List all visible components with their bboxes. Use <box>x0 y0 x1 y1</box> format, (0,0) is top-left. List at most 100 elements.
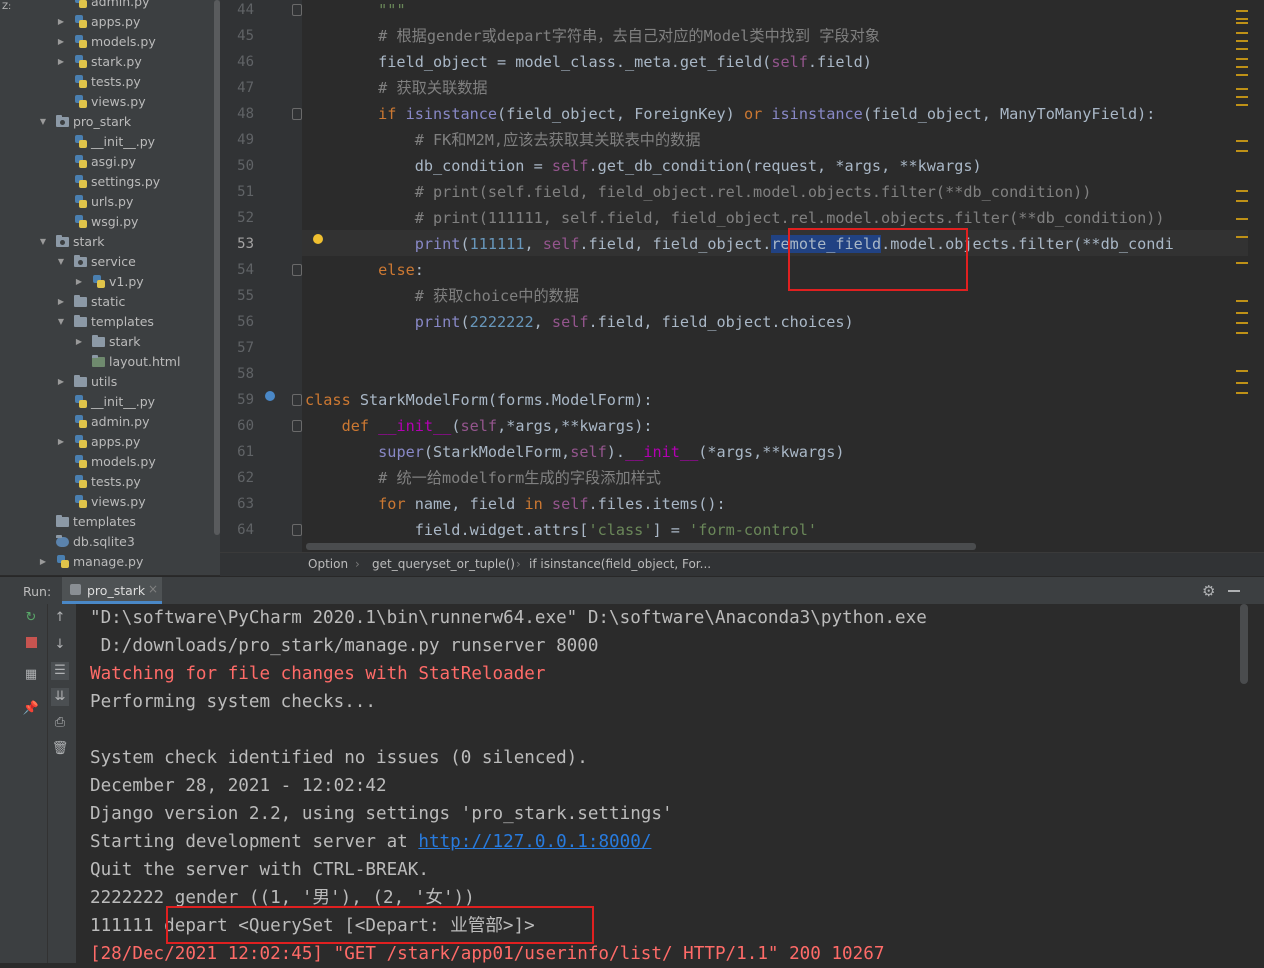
stripe-mark[interactable] <box>1236 236 1248 238</box>
stripe-mark[interactable] <box>1236 150 1248 152</box>
server-url-link[interactable]: http://127.0.0.1:8000/ <box>418 832 651 852</box>
code-line[interactable]: # 获取choice中的数据 <box>305 283 579 309</box>
tree-item[interactable]: templates <box>18 512 214 532</box>
chevron-right-icon[interactable]: ▶ <box>38 552 48 572</box>
code-line[interactable]: field_object = model_class._meta.get_fie… <box>305 49 872 75</box>
stripe-mark[interactable] <box>1236 104 1248 106</box>
arrow-down-icon[interactable]: ↓ <box>51 636 69 654</box>
tree-item[interactable]: ▶ static <box>18 292 214 312</box>
tree-item[interactable]: ▼ pro_stark <box>18 112 214 132</box>
chevron-down-icon[interactable]: ▼ <box>38 112 48 132</box>
code-line[interactable]: field.widget.attrs['class'] = 'form-cont… <box>305 517 817 543</box>
arrow-up-icon[interactable]: ↑ <box>51 609 69 627</box>
fold-marker-icon[interactable] <box>292 394 302 406</box>
stripe-mark[interactable] <box>1236 262 1248 264</box>
editor-horizontal-scrollbar[interactable] <box>306 543 976 550</box>
tree-item[interactable]: ▶ v1.py <box>18 272 214 292</box>
tree-item[interactable]: ▼ templates <box>18 312 214 332</box>
tree-item[interactable]: asgi.py <box>18 152 214 172</box>
breadcrumb-item-if[interactable]: if isinstance(field_object, For... <box>529 557 711 571</box>
tree-item[interactable]: ▶ apps.py <box>18 12 214 32</box>
tree-item[interactable]: models.py <box>18 452 214 472</box>
fold-marker-icon[interactable] <box>292 264 302 276</box>
stripe-mark[interactable] <box>1236 332 1248 334</box>
tree-item[interactable]: wsgi.py <box>18 212 214 232</box>
stripe-mark[interactable] <box>1236 66 1248 68</box>
stripe-mark[interactable] <box>1236 392 1248 394</box>
stripe-mark[interactable] <box>1236 74 1248 76</box>
tree-item[interactable]: ▶ models.py <box>18 32 214 52</box>
stripe-mark[interactable] <box>1236 140 1248 142</box>
code-line[interactable]: print(111111, self.field, field_object.r… <box>305 231 1174 257</box>
layout-icon[interactable]: ▦ <box>22 666 40 684</box>
tree-item[interactable]: tests.py <box>18 472 214 492</box>
console-scrollbar[interactable] <box>1240 604 1264 963</box>
chevron-down-icon[interactable]: ▼ <box>56 312 66 332</box>
code-line[interactable]: # print(111111, self.field, field_object… <box>305 205 1165 231</box>
code-line[interactable]: # 根据gender或depart字符串，去自己对应的Model类中找到 字段对… <box>305 23 880 49</box>
chevron-right-icon[interactable]: ▶ <box>56 372 66 392</box>
minimize-icon[interactable] <box>1228 590 1240 592</box>
tree-item[interactable]: __init__.py <box>18 132 214 152</box>
chevron-right-icon[interactable]: ▶ <box>56 432 66 452</box>
fold-marker-icon[interactable] <box>292 4 302 16</box>
lightbulb-icon[interactable] <box>313 234 323 244</box>
code-line[interactable]: """ <box>305 0 405 23</box>
breadcrumb-item-option[interactable]: Option <box>308 557 348 571</box>
stripe-mark[interactable] <box>1236 58 1248 60</box>
stripe-mark[interactable] <box>1236 300 1248 302</box>
tree-item[interactable]: urls.py <box>18 192 214 212</box>
tree-item[interactable]: layout.html <box>18 352 214 372</box>
stripe-mark[interactable] <box>1236 218 1248 220</box>
tree-item[interactable]: views.py <box>18 92 214 112</box>
chevron-right-icon[interactable]: ▶ <box>56 32 66 52</box>
stripe-mark[interactable] <box>1236 382 1248 384</box>
stripe-mark[interactable] <box>1236 10 1248 12</box>
project-tool-tab[interactable]: Z: <box>2 2 11 12</box>
code-line[interactable]: class StarkModelForm(forms.ModelForm): <box>305 387 652 413</box>
chevron-right-icon[interactable]: ▶ <box>74 332 84 352</box>
tree-item[interactable]: ▶ stark <box>18 332 214 352</box>
chevron-down-icon[interactable]: ▼ <box>38 232 48 252</box>
trash-icon[interactable]: 🗑 <box>51 740 69 758</box>
tree-item[interactable]: settings.py <box>18 172 214 192</box>
code-line[interactable]: # print(self.field, field_object.rel.mod… <box>305 179 1092 205</box>
pin-icon[interactable]: 📌 <box>22 700 40 718</box>
stripe-mark[interactable] <box>1236 48 1248 50</box>
stripe-mark[interactable] <box>1236 370 1248 372</box>
chevron-right-icon[interactable]: ▶ <box>56 52 66 72</box>
rerun-icon[interactable]: ↻ <box>22 609 40 627</box>
chevron-right-icon[interactable]: ▶ <box>74 272 84 292</box>
tree-item[interactable]: views.py <box>18 492 214 512</box>
stripe-mark[interactable] <box>1236 18 1248 20</box>
code-line[interactable]: for name, field in self.files.items(): <box>305 491 726 517</box>
print-icon[interactable]: ⎙ <box>51 714 69 732</box>
fold-marker-icon[interactable] <box>292 108 302 120</box>
gear-icon[interactable]: ⚙ <box>1202 582 1215 600</box>
fold-marker-icon[interactable] <box>292 524 302 536</box>
tree-item[interactable]: ▼ service <box>18 252 214 272</box>
run-tab-pro-stark[interactable]: pro_stark × <box>62 577 162 604</box>
tree-item[interactable]: admin.py <box>18 0 214 12</box>
tree-item[interactable]: ▶ utils <box>18 372 214 392</box>
tree-item[interactable]: __init__.py <box>18 392 214 412</box>
breadcrumb-item-function[interactable]: get_queryset_or_tuple() <box>372 557 515 571</box>
override-marker-icon[interactable] <box>265 391 275 401</box>
tree-item[interactable]: ▼ stark <box>18 232 214 252</box>
code-line[interactable]: print(2222222, self.field, field_object.… <box>305 309 854 335</box>
tree-item[interactable]: db.sqlite3 <box>18 532 214 552</box>
stripe-mark[interactable] <box>1236 40 1248 42</box>
chevron-right-icon[interactable]: ▶ <box>56 292 66 312</box>
tree-item[interactable]: admin.py <box>18 412 214 432</box>
tree-item[interactable]: ▶ stark.py <box>18 52 214 72</box>
stripe-mark[interactable] <box>1236 32 1248 34</box>
code-line[interactable]: # 统一给modelform生成的字段添加样式 <box>305 465 661 491</box>
code-line[interactable]: super(StarkModelForm,self).__init__(*arg… <box>305 439 844 465</box>
code-line[interactable]: else: <box>305 257 424 283</box>
stripe-mark[interactable] <box>1236 190 1248 192</box>
stripe-mark[interactable] <box>1236 22 1248 24</box>
chevron-down-icon[interactable]: ▼ <box>56 252 66 272</box>
code-line[interactable]: # 获取关联数据 <box>305 75 487 101</box>
soft-wrap-icon[interactable]: ☰ <box>51 662 69 680</box>
code-line[interactable]: db_condition = self.get_db_condition(req… <box>305 153 982 179</box>
